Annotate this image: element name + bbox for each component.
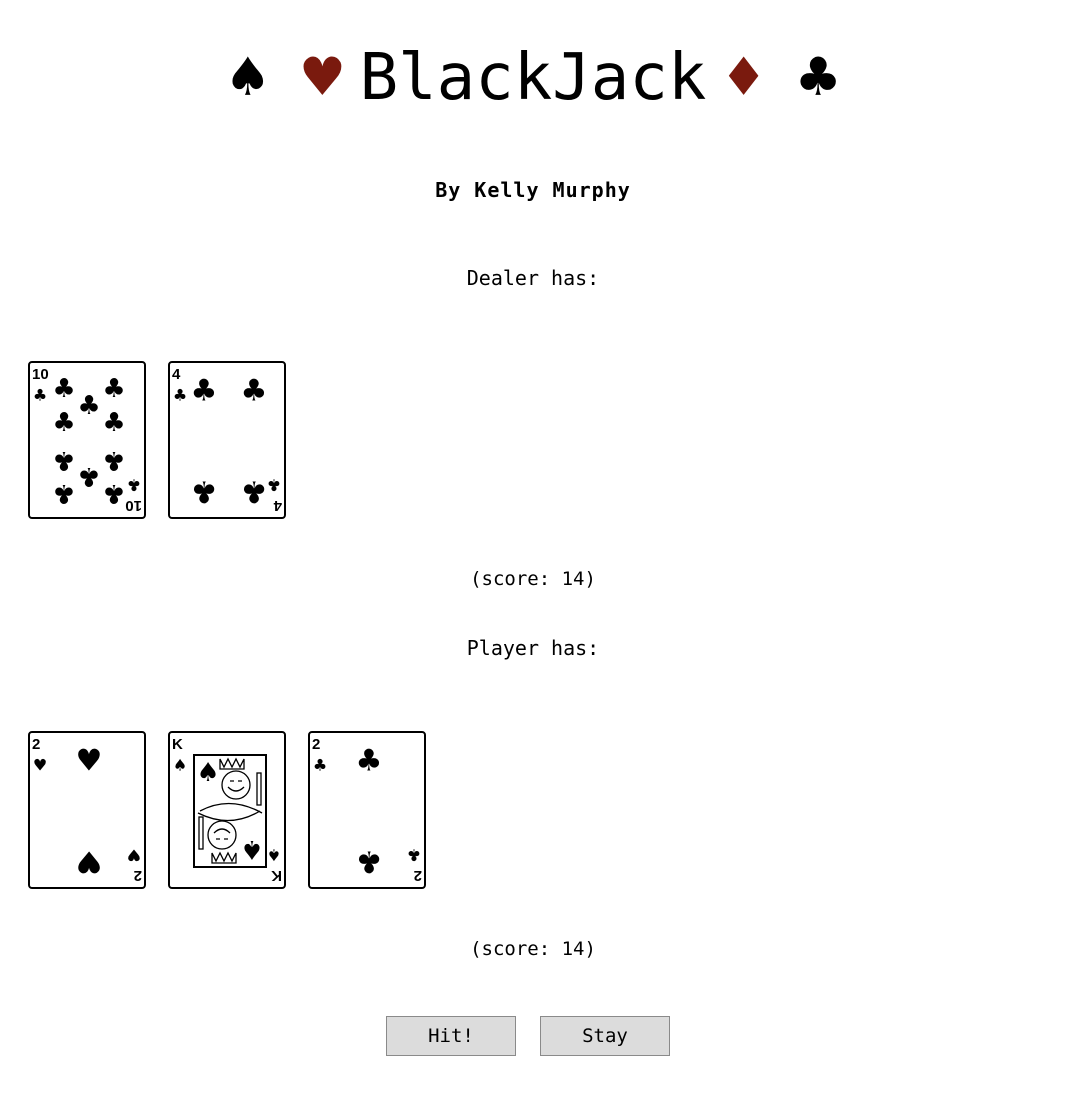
author-byline: By Kelly Murphy — [435, 178, 631, 202]
club-icon: ♣ — [52, 445, 75, 475]
diamond-icon: ♦ — [724, 41, 763, 115]
spade-icon: ♠ — [240, 834, 263, 864]
club-icon: ♣ — [127, 476, 141, 495]
hit-button[interactable]: Hit! — [386, 1016, 516, 1056]
card-rank: 10 — [125, 497, 142, 514]
dealer-label: Dealer has: — [466, 266, 600, 290]
heart-icon: ♥ — [76, 744, 103, 779]
card-rank: 2 — [414, 867, 422, 884]
card-face: 2 ♥ 2 ♥ ♥ ♥ — [32, 736, 142, 884]
player-score: (score: 14) — [470, 938, 596, 960]
stay-button[interactable]: Stay — [540, 1016, 670, 1056]
club-icon: ♣ — [241, 374, 268, 409]
card-10-of-clubs: 10 ♣ 10 ♣ ♣ ♣ ♣ ♣ ♣ ♣ ♣ ♣ ♣ ♣ — [28, 361, 146, 519]
club-icon: ♣ — [102, 408, 125, 438]
club-icon: ♣ — [191, 474, 218, 509]
club-icon: ♣ — [173, 386, 187, 405]
card-2-of-hearts: 2 ♥ 2 ♥ ♥ ♥ — [28, 731, 146, 889]
club-icon: ♣ — [356, 844, 383, 879]
club-icon: ♣ — [52, 408, 75, 438]
club-icon: ♣ — [241, 474, 268, 509]
heart-icon: ♥ — [303, 41, 342, 115]
card-face: 4♣4♣♣ ♣♣ ♣ — [172, 366, 282, 514]
title-text: BlackJack — [359, 41, 707, 115]
card-rank: 2 — [134, 867, 142, 884]
card-rank: 4 — [172, 366, 181, 383]
club-icon: ♣ — [267, 476, 281, 495]
club-icon: ♣ — [356, 744, 383, 779]
card-rank: 4 — [273, 497, 282, 514]
spade-icon: ♠ — [267, 846, 281, 865]
card-face: 2 ♣ 2 ♣ ♣ ♣ — [312, 736, 422, 884]
heart-icon: ♥ — [76, 844, 103, 879]
spade-icon: ♠ — [173, 756, 187, 775]
card-rank: K — [271, 867, 282, 884]
club-icon: ♣ — [313, 756, 327, 775]
club-icon: ♣ — [798, 41, 838, 115]
card-face: K♠K♠♠♠ — [172, 736, 282, 884]
club-icon: ♣ — [33, 386, 47, 405]
club-icon: ♣ — [77, 391, 100, 421]
card-4-of-clubs: 4 ♣ 4 ♣ ♣ ♣ ♣ ♣ — [168, 361, 286, 519]
card-rank: 2 — [312, 736, 320, 753]
card-rank: 10 — [32, 366, 49, 383]
player-label: Player has: — [466, 636, 600, 660]
club-icon: ♣ — [102, 374, 125, 404]
club-icon: ♣ — [77, 461, 100, 491]
card-rank: K — [172, 736, 183, 753]
game-title: ♠ ♥ BlackJack ♦ ♣ — [0, 38, 1066, 118]
spade-icon: ♠ — [196, 758, 219, 788]
club-icon: ♣ — [52, 478, 75, 508]
card-rank: 2 — [32, 736, 40, 753]
club-icon: ♣ — [191, 374, 218, 409]
card-K-of-spades: K ♠ K ♠ ♠ ♠ — [168, 731, 286, 889]
club-icon: ♣ — [52, 374, 75, 404]
spade-icon: ♠ — [228, 41, 268, 115]
card-face: 10♣10♣♣♣♣♣ ♣♣ ♣♣♣ ♣ — [32, 366, 142, 514]
heart-icon: ♥ — [127, 846, 141, 865]
club-icon: ♣ — [407, 846, 421, 865]
club-icon: ♣ — [102, 445, 125, 475]
card-2-of-clubs: 2 ♣ 2 ♣ ♣ ♣ — [308, 731, 426, 889]
dealer-score: (score: 14) — [470, 568, 596, 590]
heart-icon: ♥ — [33, 756, 47, 775]
club-icon: ♣ — [102, 478, 125, 508]
